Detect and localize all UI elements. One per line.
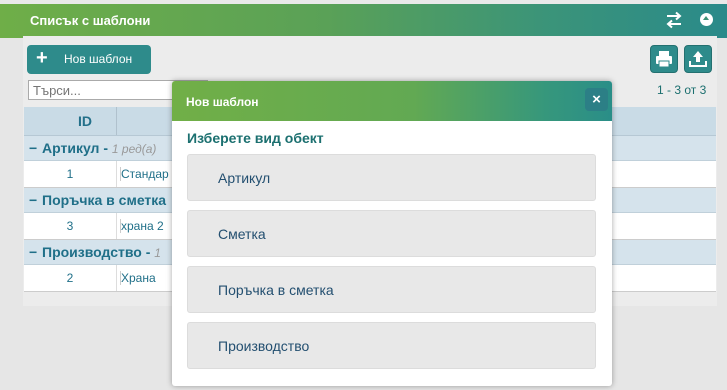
swap-icon[interactable] xyxy=(664,10,684,30)
export-icon xyxy=(689,51,707,67)
pager-text: 1 - 3 от 3 xyxy=(657,83,707,97)
group-name: Поръчка в сметка xyxy=(42,192,167,208)
minus-icon[interactable]: − xyxy=(29,244,37,260)
close-icon[interactable]: × xyxy=(585,88,608,111)
export-button[interactable] xyxy=(684,45,712,73)
plus-icon: + xyxy=(36,47,48,69)
option-label: Поръчка в сметка xyxy=(218,282,334,298)
row-name: Стандар xyxy=(120,167,169,181)
group-name: Артикул xyxy=(42,140,100,156)
row-name: Храна xyxy=(120,271,156,285)
new-template-button[interactable]: + Нов шаблон xyxy=(27,45,151,74)
option-label: Производство xyxy=(218,338,310,354)
row-id: 1 xyxy=(66,167,74,181)
print-icon xyxy=(656,51,672,68)
row-name: храна 2 xyxy=(120,219,164,233)
option-label: Артикул xyxy=(218,170,271,186)
panel-header: Списък с шаблони xyxy=(0,4,727,38)
option-production-button[interactable]: Производство xyxy=(187,322,596,369)
collapse-icon[interactable] xyxy=(700,13,713,26)
dialog-header: Нов шаблон × xyxy=(172,81,612,121)
dialog-subtitle: Изберете вид обект xyxy=(187,130,324,146)
new-template-label: Нов шаблон xyxy=(64,52,133,66)
dialog-title: Нов шаблон xyxy=(186,95,259,109)
option-label: Сметка xyxy=(218,226,266,242)
minus-icon[interactable]: − xyxy=(29,140,37,156)
print-button[interactable] xyxy=(650,45,678,73)
minus-icon[interactable]: − xyxy=(29,192,37,208)
new-template-dialog: Нов шаблон × Изберете вид обект Артикул … xyxy=(172,81,612,386)
option-order-in-bill-button[interactable]: Поръчка в сметка xyxy=(187,266,596,313)
row-id: 2 xyxy=(66,271,74,285)
option-bill-button[interactable]: Сметка xyxy=(187,210,596,257)
panel-title: Списък с шаблони xyxy=(30,13,151,28)
column-header-id[interactable]: ID xyxy=(78,107,92,135)
group-name: Производство xyxy=(42,244,142,260)
row-id: 3 xyxy=(66,219,74,233)
group-count: 1 xyxy=(154,246,161,260)
option-article-button[interactable]: Артикул xyxy=(187,154,596,201)
group-count: 1 ред(а) xyxy=(111,142,157,156)
